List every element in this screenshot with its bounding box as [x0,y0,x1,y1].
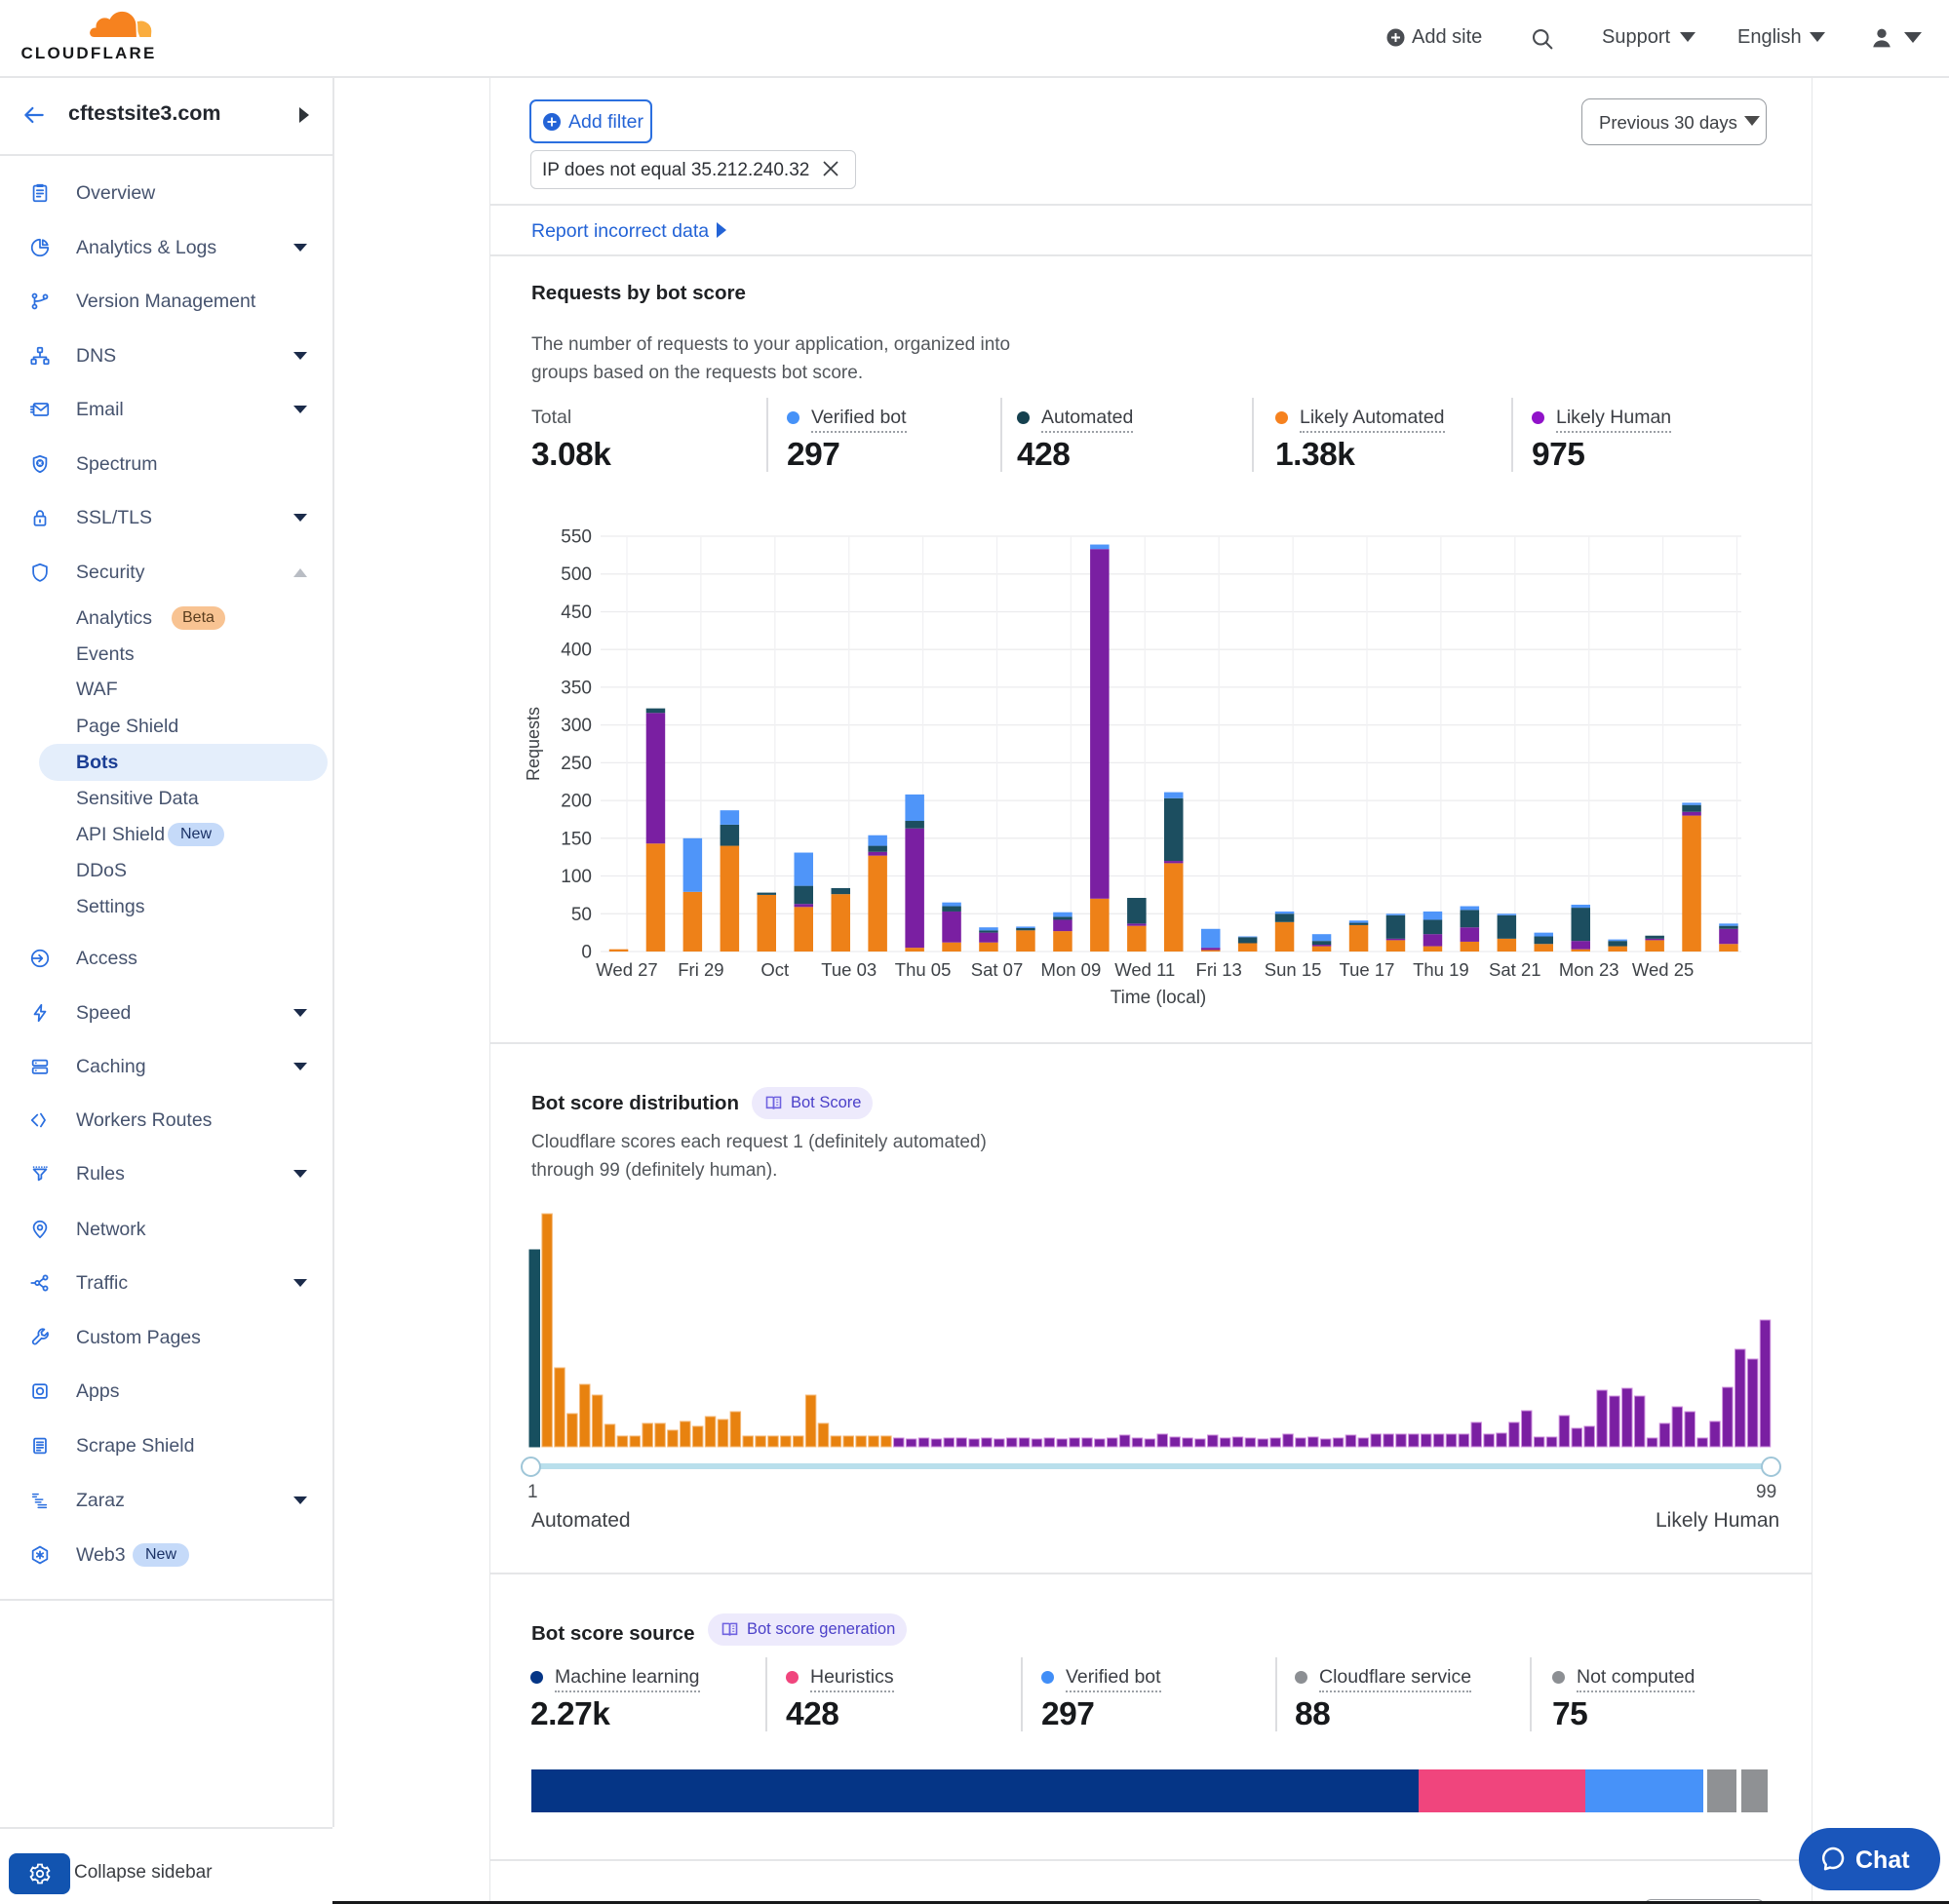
svg-text:Sat 21: Sat 21 [1489,959,1541,980]
svg-text:200: 200 [561,792,592,812]
svg-text:500: 500 [561,564,592,585]
svg-text:Sat 07: Sat 07 [971,959,1024,980]
svg-text:Time (local): Time (local) [1111,988,1207,1008]
svg-text:Wed 25: Wed 25 [1632,959,1694,980]
svg-text:250: 250 [561,754,592,774]
svg-text:Thu 05: Thu 05 [895,959,952,980]
svg-text:0: 0 [581,943,592,963]
svg-text:350: 350 [561,678,592,698]
svg-text:Mon 09: Mon 09 [1041,959,1102,980]
svg-text:Fri 29: Fri 29 [678,959,723,980]
svg-text:50: 50 [571,905,592,925]
svg-text:Tue 03: Tue 03 [821,959,877,980]
svg-text:300: 300 [561,716,592,736]
svg-text:100: 100 [561,867,592,887]
svg-text:Wed 11: Wed 11 [1114,959,1175,980]
svg-text:Requests: Requests [524,707,543,781]
svg-text:Wed 27: Wed 27 [596,959,657,980]
svg-text:Thu 19: Thu 19 [1413,959,1469,980]
svg-text:Oct: Oct [760,959,789,980]
svg-text:400: 400 [561,641,592,661]
svg-text:Tue 17: Tue 17 [1340,959,1395,980]
svg-text:450: 450 [561,602,592,623]
svg-text:Fri 13: Fri 13 [1196,959,1242,980]
svg-text:Mon 23: Mon 23 [1559,959,1619,980]
svg-text:Sun 15: Sun 15 [1265,959,1322,980]
svg-text:150: 150 [561,829,592,849]
svg-text:550: 550 [561,527,592,548]
